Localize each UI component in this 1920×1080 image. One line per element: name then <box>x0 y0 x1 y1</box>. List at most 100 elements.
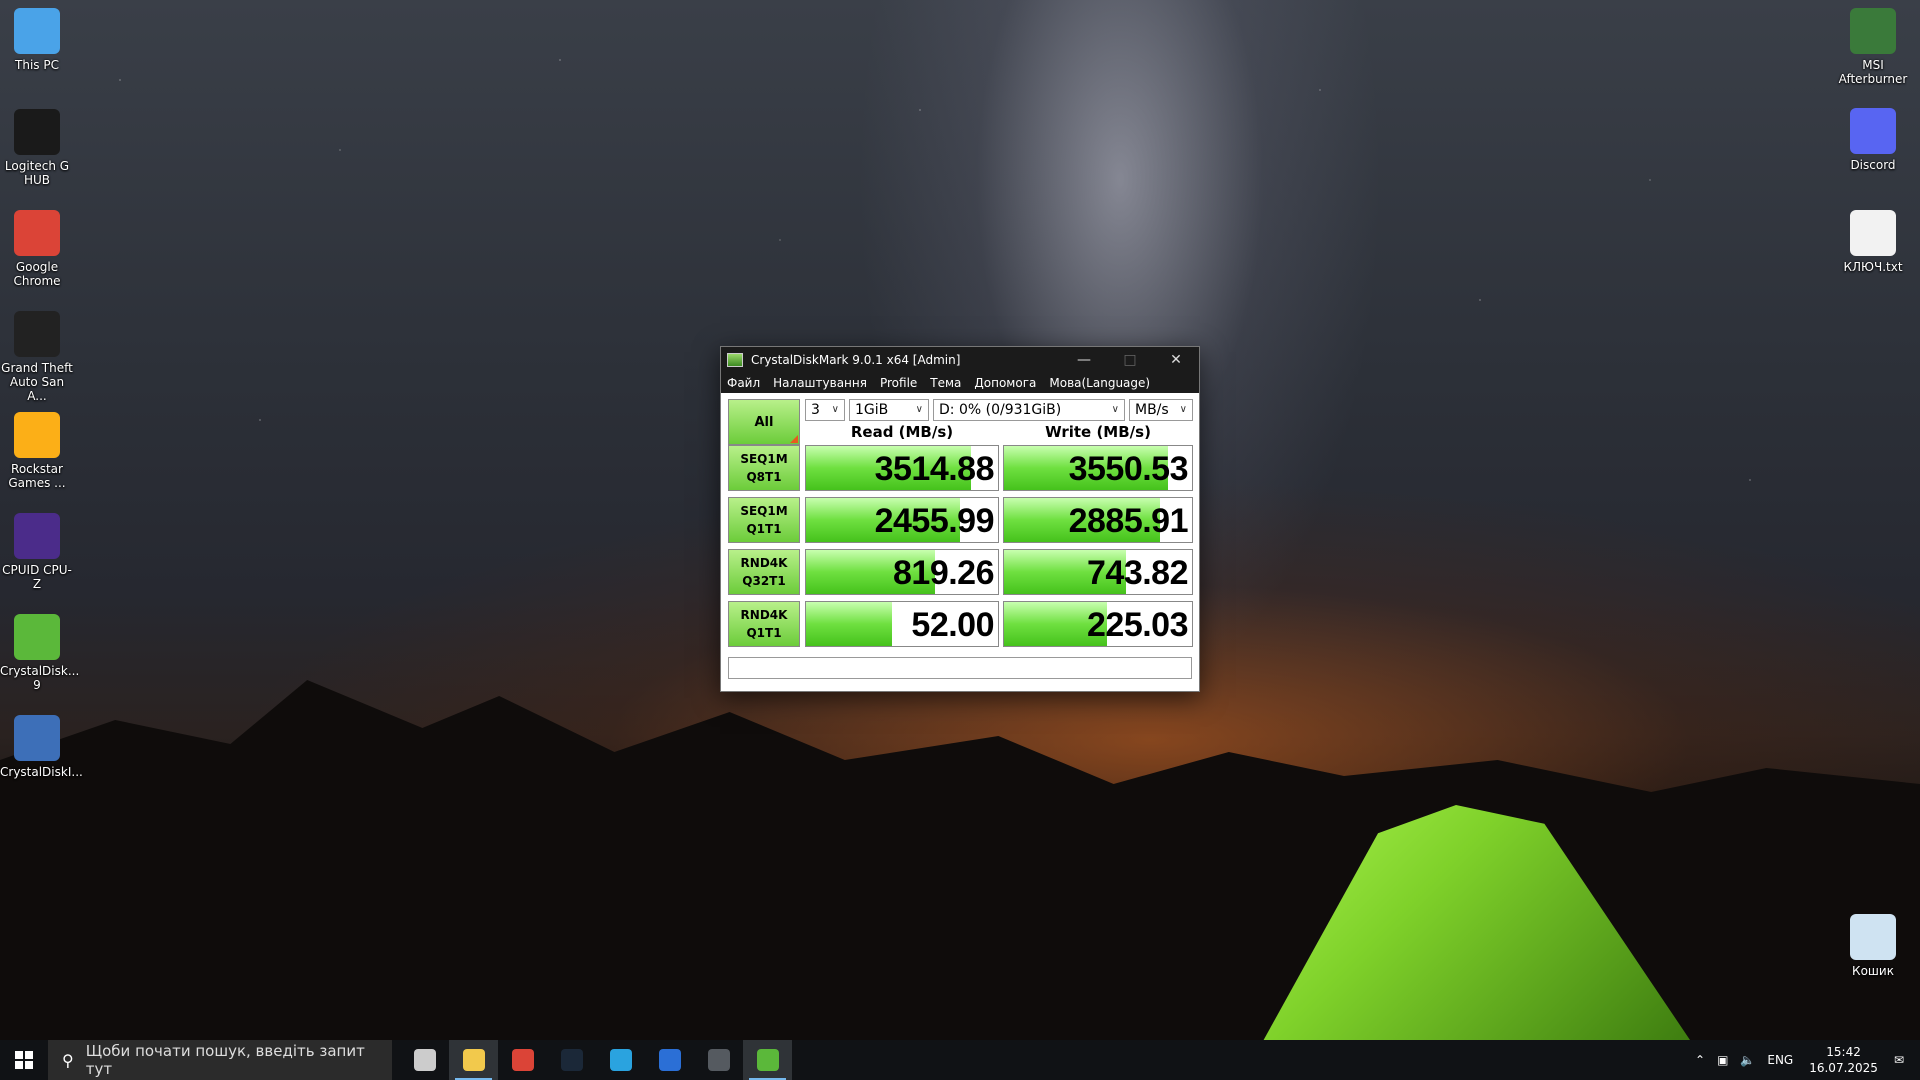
maximize-button[interactable]: □ <box>1107 347 1153 373</box>
chevron-down-icon: ∨ <box>831 404 839 415</box>
search-icon: ⚲ <box>62 1050 74 1070</box>
start-button[interactable] <box>0 1040 48 1080</box>
size-select[interactable]: 1GiB ∨ <box>849 399 929 421</box>
test-name: SEQ1M <box>740 452 788 466</box>
write-result: 225.03 <box>1003 601 1193 647</box>
write-value: 225.03 <box>1087 606 1189 644</box>
msi-afterburner-icon <box>1850 8 1896 54</box>
all-button[interactable]: All <box>728 399 800 445</box>
desktop-icon[interactable]: Logitech G HUB <box>0 109 74 187</box>
task-view-icon <box>413 1049 436 1071</box>
desktop-icon-label: CrystalDiskI... <box>0 765 83 779</box>
desktop-icon-label: Discord <box>1850 158 1896 172</box>
taskbar-app-crystaldisk[interactable] <box>743 1040 792 1080</box>
taskbar-app-task-view[interactable] <box>400 1040 449 1080</box>
test-name: SEQ1M <box>740 504 788 518</box>
crystaldiskmark-window[interactable]: CrystalDiskMark 9.0.1 x64 [Admin] — □ ✕ … <box>720 346 1200 692</box>
test-button[interactable]: SEQ1M Q8T1 <box>728 445 800 491</box>
desktop-icon[interactable]: This PC <box>0 8 74 72</box>
taskbar-app-store[interactable] <box>645 1040 694 1080</box>
desktop-icon[interactable]: Кошик <box>1836 914 1910 978</box>
desktop-icon[interactable]: Google Chrome <box>0 210 74 288</box>
title-bar[interactable]: CrystalDiskMark 9.0.1 x64 [Admin] — □ ✕ <box>721 347 1199 373</box>
test-button[interactable]: SEQ1M Q1T1 <box>728 497 800 543</box>
chevron-up-icon[interactable]: ⌃ <box>1689 1053 1711 1067</box>
test-button[interactable]: RND4K Q32T1 <box>728 549 800 595</box>
read-header: Read (MB/s) <box>850 423 954 441</box>
notification-icon[interactable]: ✉ <box>1888 1053 1920 1067</box>
crystaldisk-icon <box>756 1049 779 1071</box>
test-queue: Q32T1 <box>742 574 786 588</box>
unit-select[interactable]: MB/s ∨ <box>1129 399 1193 421</box>
clock[interactable]: 15:42 16.07.2025 <box>1799 1044 1888 1076</box>
read-value: 2455.99 <box>874 502 995 540</box>
search-box[interactable]: ⚲ Щоби почати пошук, введіть запит тут <box>48 1040 392 1080</box>
desktop-icon[interactable]: CrystalDiskI... <box>0 715 83 779</box>
chevron-down-icon: ∨ <box>1111 404 1119 415</box>
taskbar-app-calculator[interactable] <box>694 1040 743 1080</box>
desktop-icon-label: CPUID CPU-Z <box>2 563 72 591</box>
taskbar-app-chrome[interactable] <box>498 1040 547 1080</box>
menu-help[interactable]: Допомога <box>974 376 1036 390</box>
menu-language[interactable]: Мова(Language) <box>1049 376 1150 390</box>
close-button[interactable]: ✕ <box>1153 347 1199 373</box>
desktop-icon-label: CrystalDisk... 9 <box>0 664 80 692</box>
menu-file[interactable]: Файл <box>727 376 760 390</box>
clock-time: 15:42 <box>1826 1045 1861 1059</box>
desktop-icon[interactable]: Grand Theft Auto San A... <box>0 311 74 403</box>
menu-settings[interactable]: Налаштування <box>773 376 867 390</box>
calculator-icon <box>707 1049 730 1071</box>
count-select[interactable]: 3 ∨ <box>805 399 845 421</box>
desktop-icon[interactable]: Rockstar Games ... <box>0 412 74 490</box>
minimize-button[interactable]: — <box>1061 347 1107 373</box>
read-result: 2455.99 <box>805 497 999 543</box>
drive-select[interactable]: D: 0% (0/931GiB) ∨ <box>933 399 1125 421</box>
desktop-icon-label: This PC <box>15 58 59 72</box>
write-header: Write (MB/s) <box>1045 423 1151 441</box>
taskbar-app-file-explorer[interactable] <box>449 1040 498 1080</box>
chrome-icon <box>511 1049 534 1071</box>
store-icon <box>658 1049 681 1071</box>
desktop-icon[interactable]: CPUID CPU-Z <box>0 513 74 591</box>
desktop-icon[interactable]: Discord <box>1836 108 1910 172</box>
count-value: 3 <box>811 402 820 418</box>
taskbar-app-steam[interactable] <box>547 1040 596 1080</box>
chevron-down-icon: ∨ <box>1179 404 1187 415</box>
cpuz-icon <box>14 513 60 559</box>
read-bar-fill <box>806 602 893 646</box>
desktop-icon-label: Кошик <box>1852 964 1894 978</box>
taskbar: ⚲ Щоби почати пошук, введіть запит тут ⌃… <box>0 1040 1920 1080</box>
computer-icon <box>14 8 60 54</box>
write-value: 3550.53 <box>1068 450 1189 488</box>
chrome-icon <box>14 210 60 256</box>
read-value: 3514.88 <box>874 450 995 488</box>
read-result: 52.00 <box>805 601 999 647</box>
write-result: 743.82 <box>1003 549 1193 595</box>
clock-date: 16.07.2025 <box>1809 1061 1878 1075</box>
desktop-icon[interactable]: MSI Afterburner <box>1836 8 1910 86</box>
menu-profile[interactable]: Profile <box>880 376 917 390</box>
chevron-down-icon: ∨ <box>915 404 923 415</box>
menu-theme[interactable]: Тема <box>930 376 961 390</box>
steam-icon <box>560 1049 583 1071</box>
volume-icon[interactable]: 🔈 <box>1734 1053 1761 1067</box>
desktop-icon[interactable]: CrystalDisk... 9 <box>0 614 80 692</box>
test-queue: Q1T1 <box>746 626 782 640</box>
windows-icon <box>15 1051 33 1069</box>
drive-value: D: 0% (0/931GiB) <box>939 402 1062 418</box>
write-value: 2885.91 <box>1068 502 1189 540</box>
desktop-icon[interactable]: КЛЮЧ.txt <box>1836 210 1910 274</box>
test-queue: Q1T1 <box>746 522 782 536</box>
file-explorer-icon <box>462 1049 485 1071</box>
unit-value: MB/s <box>1135 402 1169 418</box>
network-icon[interactable]: ▣ <box>1711 1053 1734 1067</box>
taskbar-app-telegram[interactable] <box>596 1040 645 1080</box>
test-button[interactable]: RND4K Q1T1 <box>728 601 800 647</box>
language-indicator[interactable]: ENG <box>1761 1053 1799 1067</box>
size-value: 1GiB <box>855 402 889 418</box>
read-result: 819.26 <box>805 549 999 595</box>
status-bar <box>728 657 1192 679</box>
read-value: 819.26 <box>893 554 995 592</box>
crystaldisk-icon <box>14 614 60 660</box>
read-value: 52.00 <box>911 606 994 644</box>
